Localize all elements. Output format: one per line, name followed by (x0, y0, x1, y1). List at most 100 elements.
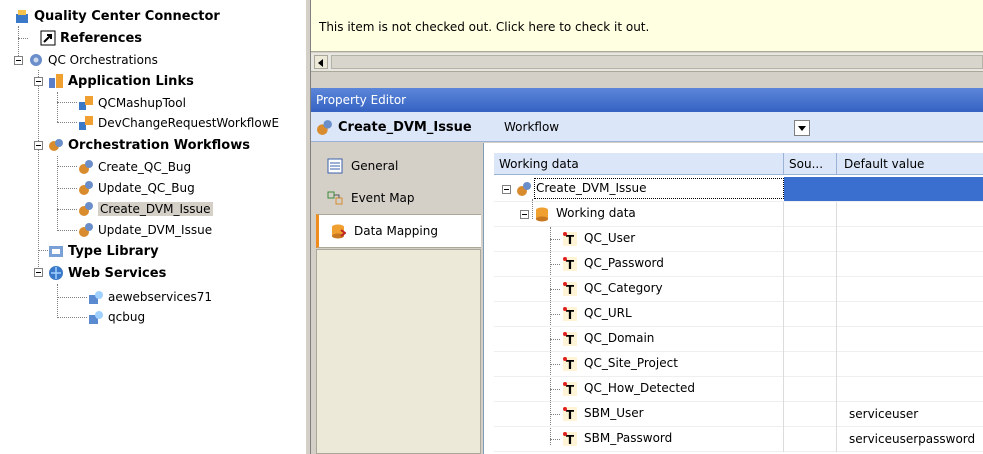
table-row[interactable]: T QC_Domain (494, 327, 983, 352)
scrollbar-thumb[interactable] (331, 55, 983, 69)
text-field-icon: T (563, 257, 577, 272)
column-header-default-value[interactable]: Default value (844, 157, 924, 171)
working-data-grid[interactable]: Working data Sou... Default value Create… (483, 143, 983, 454)
project-icon (16, 10, 28, 23)
collapse-toggle[interactable] (34, 268, 43, 277)
table-row[interactable]: T SBM_Password serviceuserpassword (494, 427, 983, 452)
tree-line (18, 38, 28, 39)
table-row[interactable]: T QC_URL (494, 302, 983, 327)
checkout-notice-text[interactable]: This item is not checked out. Click here… (319, 20, 649, 34)
tree-node-qc-orchestrations[interactable]: QC Orchestrations (28, 50, 158, 70)
property-editor-titlebar: Property Editor (311, 88, 983, 112)
table-row[interactable]: T QC_Site_Project (494, 352, 983, 377)
row-name: QC_How_Detected (584, 381, 696, 395)
collapse-toggle[interactable] (520, 210, 529, 219)
tree-node-devchangerequestworkflow[interactable]: DevChangeRequestWorkflowE (78, 113, 279, 133)
tree-line (57, 122, 77, 123)
workflows-folder-icon (49, 139, 63, 151)
table-row[interactable]: T QC_Category (494, 277, 983, 302)
row-name: QC_Site_Project (584, 356, 678, 370)
row-name: SBM_Password (584, 431, 673, 445)
tree-line (57, 156, 58, 231)
grid-tree-line (550, 439, 560, 440)
tab-event-map[interactable]: Event Map (316, 181, 481, 215)
text-field-icon: T (563, 432, 577, 447)
grid-tree-line (550, 339, 560, 340)
grid-tree-line (550, 414, 560, 415)
checkout-notice[interactable]: This item is not checked out. Click here… (311, 0, 983, 52)
project-tree[interactable]: Quality Center Connector References QC O… (0, 0, 305, 454)
table-row[interactable]: T QC_Password (494, 252, 983, 277)
tree-node-type-library[interactable]: Type Library (48, 241, 159, 261)
application-links-icon (49, 74, 63, 88)
object-name: Create_DVM_Issue (338, 120, 472, 135)
cell-separator (783, 202, 784, 227)
table-row[interactable]: Create_DVM_Issue (494, 177, 983, 202)
collapse-toggle[interactable] (34, 77, 43, 86)
svg-text:T: T (566, 333, 575, 347)
grid-tree-line (550, 389, 560, 390)
row-name: QC_URL (584, 306, 632, 320)
workflow-icon (317, 120, 332, 135)
column-separator[interactable] (783, 153, 784, 175)
table-row[interactable]: T SBM_User serviceuser (494, 402, 983, 427)
tree-node-quality-center-connector[interactable]: Quality Center Connector (14, 6, 220, 26)
table-row[interactable]: Working data (494, 202, 983, 227)
collapse-toggle[interactable] (502, 185, 511, 194)
tree-node-web-services[interactable]: Web Services (48, 263, 166, 283)
tree-line (57, 297, 87, 298)
tab-general[interactable]: General (316, 149, 481, 183)
tree-line (57, 92, 58, 122)
text-field-icon: T (563, 232, 577, 247)
column-separator[interactable] (836, 153, 837, 175)
row-default-value[interactable]: serviceuser (849, 407, 918, 421)
cell-separator (836, 427, 837, 452)
cell-separator (836, 377, 837, 402)
table-row[interactable]: T QC_How_Detected (494, 377, 983, 402)
table-row[interactable]: T QC_User (494, 227, 983, 252)
column-header-source[interactable]: Sou... (789, 157, 823, 171)
web-service-icon (89, 311, 103, 324)
column-header-working-data[interactable]: Working data (499, 157, 579, 171)
grid-tree-line (550, 314, 560, 315)
tree-node-label: DevChangeRequestWorkflowE (98, 116, 280, 130)
tabs-background (316, 249, 481, 454)
tree-node-orchestration-workflows[interactable]: Orchestration Workflows (48, 135, 250, 155)
application-icon (79, 116, 93, 130)
collapse-toggle[interactable] (34, 141, 43, 150)
cell-separator (836, 302, 837, 327)
data-mapping-icon (332, 224, 346, 239)
event-map-icon (327, 191, 343, 205)
grid-tree-line (550, 364, 560, 365)
object-type-select[interactable]: Workflow (504, 120, 559, 134)
scroll-left-icon[interactable] (314, 55, 328, 69)
tree-node-qcbug[interactable]: qcbug (88, 307, 145, 327)
workflow-icon (79, 202, 93, 216)
cell-separator (836, 327, 837, 352)
tree-node-update-qc-bug[interactable]: Update_QC_Bug (78, 178, 195, 198)
editor-pane: This item is not checked out. Click here… (311, 0, 983, 454)
tree-node-label: Quality Center Connector (34, 8, 220, 24)
chevron-down-icon[interactable] (794, 120, 810, 136)
tree-node-label: aewebservices71 (108, 290, 213, 304)
tree-node-create-qc-bug[interactable]: Create_QC_Bug (78, 157, 191, 177)
tree-node-qcmashuptool[interactable]: QCMashupTool (78, 93, 186, 113)
tree-node-references[interactable]: References (40, 28, 142, 48)
tree-line (57, 209, 77, 210)
tree-node-update-dvm-issue[interactable]: Update_DVM_Issue (78, 220, 212, 240)
tree-node-application-links[interactable]: Application Links (48, 71, 194, 91)
grid-tree-line (550, 239, 560, 240)
cell-separator (836, 227, 837, 252)
collapse-toggle[interactable] (14, 56, 23, 65)
tree-line (57, 166, 77, 167)
tree-node-aewebservices71[interactable]: aewebservices71 (88, 287, 212, 307)
tab-data-mapping[interactable]: Data Mapping (316, 214, 481, 248)
row-default-value[interactable]: serviceuserpassword (849, 432, 975, 446)
workflow-icon (79, 223, 93, 237)
cell-separator (783, 252, 784, 277)
svg-text:T: T (566, 233, 575, 247)
cell-separator (783, 277, 784, 302)
workflow-icon (517, 182, 531, 196)
tree-node-create-dvm-issue[interactable]: Create_DVM_Issue (78, 199, 213, 219)
horizontal-scrollbar[interactable] (311, 53, 983, 72)
